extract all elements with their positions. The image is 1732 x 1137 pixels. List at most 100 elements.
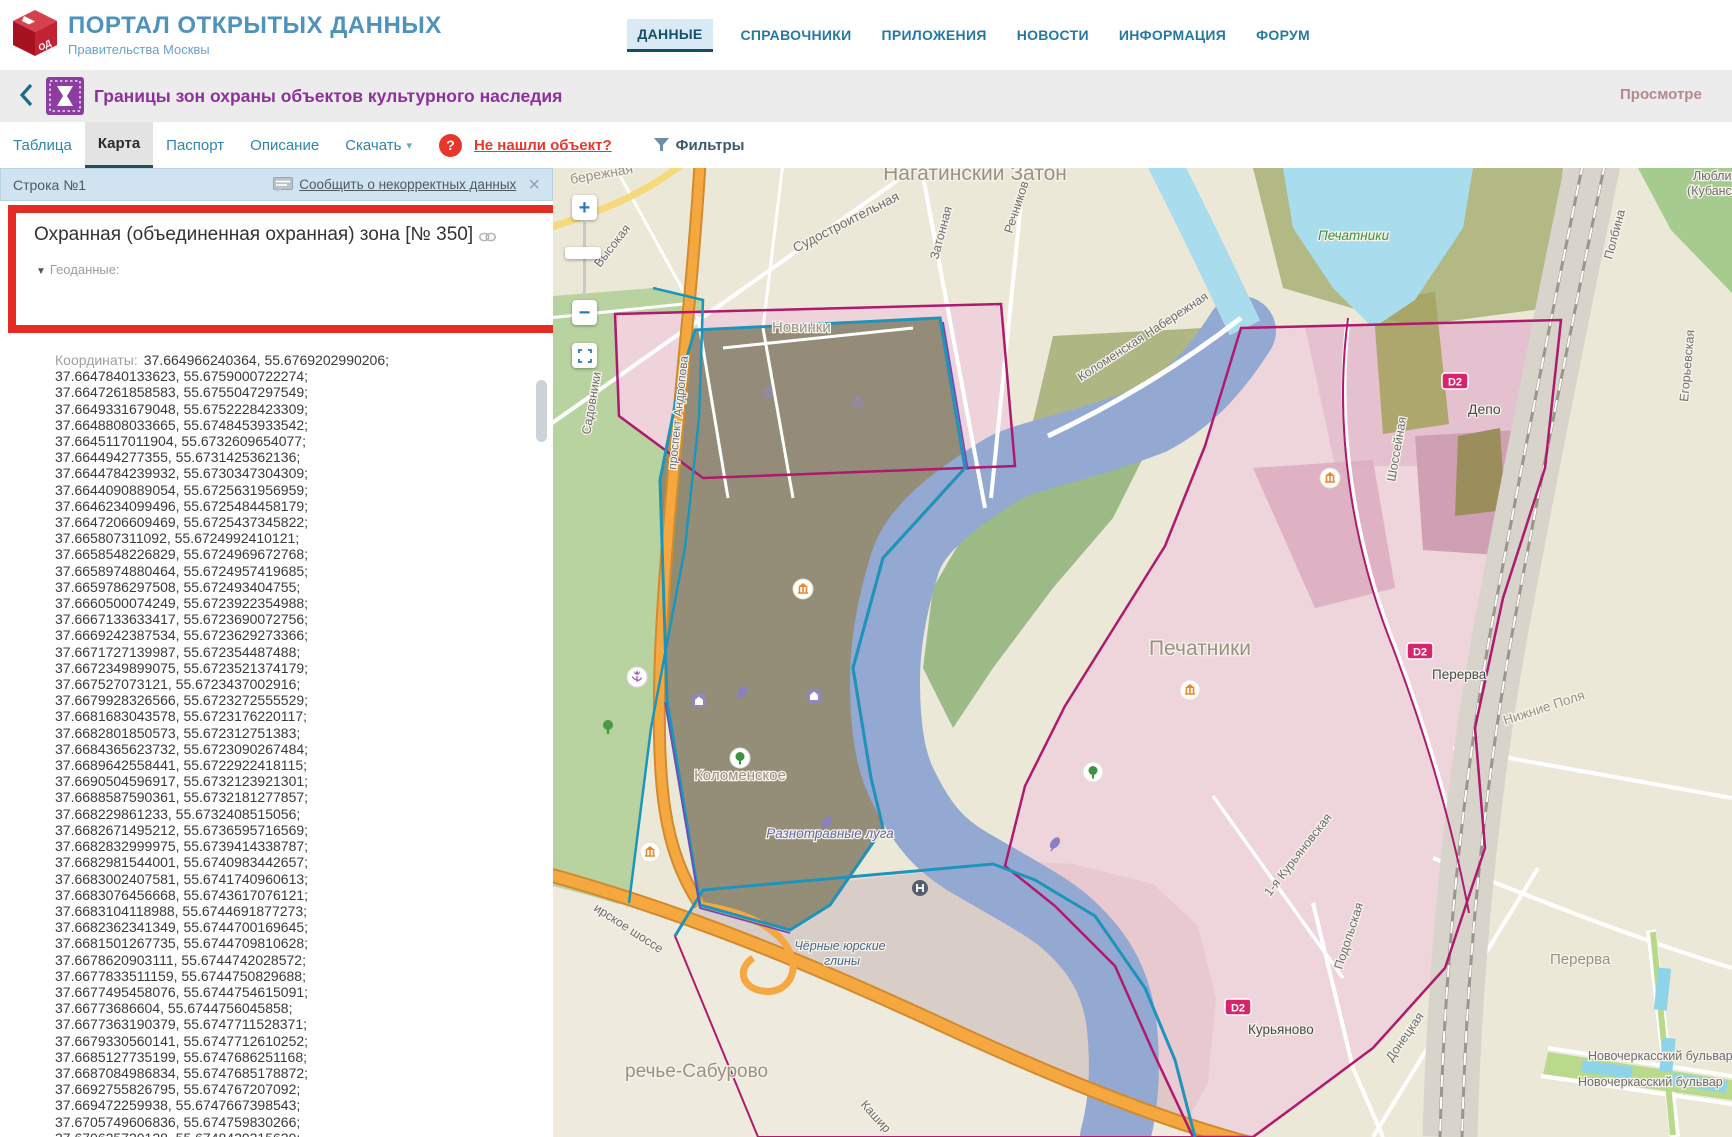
map-label: речье-Сабурово <box>625 1061 768 1082</box>
coordinate-line: 37.6649331679048, 55.6752228423309; <box>55 401 485 417</box>
tab-bar: ТаблицаКартаПаспортОписаниеСкачать▾ ? Не… <box>0 122 1732 168</box>
coordinate-line: 37.665807311092, 55.6724992410121; <box>55 530 485 546</box>
views-label[interactable]: Просмотре <box>1620 86 1732 103</box>
tab-0[interactable]: Таблица <box>0 122 85 168</box>
coordinate-line: 37.6677495458076, 55.6744754615091; <box>55 984 485 1000</box>
not-found-link[interactable]: Не нашли объект? <box>474 137 612 154</box>
coordinate-line: 37.6689642558441, 55.6722922418115; <box>55 757 485 773</box>
object-panel: Строка №1 Сообщить о некорректных данных… <box>0 168 553 1137</box>
panel-scrollbar[interactable] <box>536 380 547 442</box>
tree-icon <box>730 748 750 768</box>
dataset-title: Границы зон охраны объектов культурного … <box>94 86 562 107</box>
coordinate-line: 37.6672349899075, 55.6723521374179; <box>55 660 485 676</box>
portal-subtitle: Правительства Москвы <box>68 42 442 57</box>
page: ОД ПОРТАЛ ОТКРЫТЫХ ДАННЫХ Правительства … <box>0 0 1732 1137</box>
coordinate-line: 37.6658974880464, 55.6724957419685; <box>55 563 485 579</box>
coordinate-line: 37.6683002407581, 55.6741740960613; <box>55 871 485 887</box>
svg-text:D2: D2 <box>1413 647 1427 659</box>
map-label: Люблино <box>1693 169 1732 183</box>
zoom-slider-track[interactable] <box>583 222 586 298</box>
coordinate-line: 37.66773686604, 55.6744756045858; <box>55 1000 485 1016</box>
museum-icon <box>1180 680 1200 700</box>
coordinate-line: 37.6658548226829, 55.6724969672768; <box>55 546 485 562</box>
coordinate-line: 37.6682801850573, 55.672312751383; <box>55 725 485 741</box>
coordinate-line: 37.6677363190379, 55.6747711528371; <box>55 1016 485 1032</box>
house-icon <box>692 694 706 708</box>
back-button[interactable] <box>16 82 38 108</box>
coordinate-line: 37.6683104118988, 55.6744691877273; <box>55 903 485 919</box>
map-label: Курьяново <box>1248 1022 1314 1037</box>
coordinate-line: 37.6669242387534, 55.6723629273366; <box>55 627 485 643</box>
svg-text:D2: D2 <box>1231 1003 1245 1015</box>
d2-station-badge: D2 <box>1442 373 1468 389</box>
coordinate-line: Координаты:37.664966240364, 55.676920299… <box>55 352 485 368</box>
zoom-out-button[interactable]: − <box>572 300 597 325</box>
coordinate-line: 37.6692755826795, 55.674767207092; <box>55 1081 485 1097</box>
coordinate-line: 37.6647261858583, 55.6755047297549; <box>55 384 485 400</box>
museum-icon <box>640 842 660 862</box>
helipad-icon <box>912 880 928 896</box>
nav-item-3[interactable]: НОВОСТИ <box>1015 20 1091 50</box>
main-nav: ДАННЫЕ СПРАВОЧНИКИ ПРИЛОЖЕНИЯ НОВОСТИ ИНФОРМ… <box>627 0 1312 70</box>
nav-item-2[interactable]: ПРИЛОЖЕНИЯ <box>879 20 988 50</box>
map-canvas[interactable]: D2D2D2 Нагатинский ЗатонбережнаяВысокаяС… <box>553 168 1732 1137</box>
help-icon[interactable]: ? <box>439 134 462 157</box>
coordinate-line: 37.6682981544001, 55.6740983442657; <box>55 854 485 870</box>
coordinate-line: 37.6688587590361, 55.6732181277857; <box>55 789 485 805</box>
map-label: Новочеркасский бульвар <box>1578 1075 1723 1089</box>
map-label: Коломенское <box>694 767 786 784</box>
top-header: ОД ПОРТАЛ ОТКРЫТЫХ ДАННЫХ Правительства … <box>0 0 1732 71</box>
coordinate-line: 37.6659786297508, 55.672493404755; <box>55 579 485 595</box>
coordinate-line: 37.6679330560141, 55.6747712610252; <box>55 1033 485 1049</box>
zoom-in-button[interactable]: + <box>572 195 597 220</box>
tab-3[interactable]: Описание <box>237 122 332 168</box>
nav-item-5[interactable]: ФОРУМ <box>1254 20 1312 50</box>
fullscreen-button[interactable] <box>572 343 597 368</box>
nav-item-0[interactable]: ДАННЫЕ <box>627 19 712 52</box>
coordinates-list: Координаты:37.664966240364, 55.676920299… <box>55 352 485 1137</box>
tab-2[interactable]: Паспорт <box>153 122 237 168</box>
coordinate-line: 37.6678620903111, 55.6744742028572; <box>55 952 485 968</box>
coordinate-line: 37.6644090889054, 55.6725631956959; <box>55 482 485 498</box>
filters-button[interactable]: Фильтры <box>654 122 745 168</box>
nav-item-4[interactable]: ИНФОРМАЦИЯ <box>1117 20 1228 50</box>
house-icon <box>807 689 821 703</box>
filters-label: Фильтры <box>676 137 745 154</box>
museum-icon <box>793 579 813 599</box>
panel-header: Строка №1 Сообщить о некорректных данных… <box>0 168 553 201</box>
coordinate-line: 37.6645117011904, 55.6732609654077; <box>55 433 485 449</box>
tab-4[interactable]: Скачать▾ <box>332 122 425 168</box>
coordinate-line: 37.6648808033665, 55.6748453933542; <box>55 417 485 433</box>
coordinate-line: 37.6682362341349, 55.6744700169645; <box>55 919 485 935</box>
coordinate-line: 37.6660500074249, 55.6723922354988; <box>55 595 485 611</box>
portal-logo-icon[interactable]: ОД <box>10 8 60 60</box>
zoom-slider-handle[interactable] <box>565 247 601 259</box>
tree-icon <box>1083 762 1103 782</box>
tab-1[interactable]: Карта <box>85 122 153 168</box>
d2-station-badge: D2 <box>1407 643 1433 659</box>
coordinate-line: 37.670625720128, 55.6748429315629; <box>55 1130 485 1137</box>
coordinate-line: 37.6646234099496, 55.6725484458179; <box>55 498 485 514</box>
coordinate-line: 37.6681683043578, 55.6723176220117; <box>55 708 485 724</box>
geodata-toggle[interactable]: ▼Геоданные: <box>36 262 553 277</box>
coordinate-line: 37.6667133633417, 55.6723690072756; <box>55 611 485 627</box>
map-label: Чёрные юрские <box>794 939 885 953</box>
map-label: Разнотравные луга <box>766 826 894 841</box>
nav-item-1[interactable]: СПРАВОЧНИКИ <box>739 20 854 50</box>
map-label: Депо <box>1468 401 1501 417</box>
map-label: (Кубанская <box>1687 184 1732 198</box>
link-icon[interactable] <box>479 232 496 242</box>
d2-station-badge: D2 <box>1225 999 1251 1015</box>
museum-icon <box>1320 468 1340 488</box>
row-label: Строка №1 <box>13 177 86 193</box>
map-label: Печатники <box>1149 637 1251 660</box>
coordinate-line: 37.6690504596917, 55.6732123921301; <box>55 773 485 789</box>
coordinate-line: 37.6644784239932, 55.6730347304309; <box>55 465 485 481</box>
close-icon[interactable]: × <box>522 175 546 195</box>
report-incorrect-data-link[interactable]: Сообщить о некорректных данных <box>299 177 516 192</box>
dataset-title-bar: Границы зон охраны объектов культурного … <box>0 70 1732 123</box>
map-label: Перерва <box>1432 667 1487 682</box>
chevron-down-icon: ▾ <box>406 139 412 152</box>
object-title: Охранная (объединенная охранная) зона [№… <box>34 222 504 247</box>
triangle-down-icon: ▼ <box>36 266 46 277</box>
